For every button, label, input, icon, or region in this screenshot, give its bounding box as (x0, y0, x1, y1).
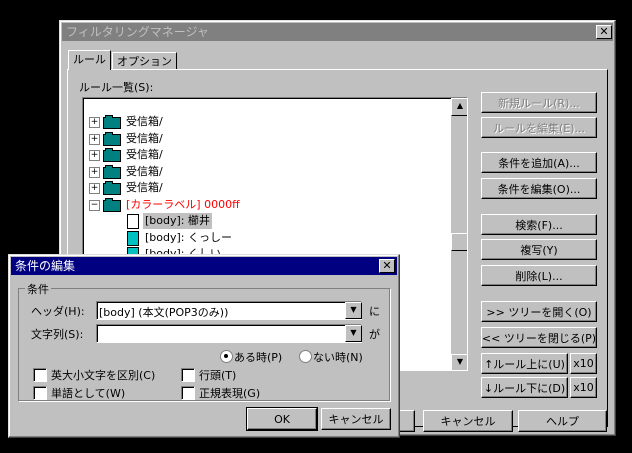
folder-icon (103, 181, 121, 195)
tree-item[interactable]: + 受信箱/ (83, 114, 451, 130)
regex-checkbox[interactable] (181, 386, 195, 400)
string-suffix: が (369, 328, 380, 341)
tree-item[interactable]: + 受信箱/ (83, 180, 451, 196)
tree-item-label: 受信箱/ (126, 115, 163, 128)
condition-group-label: 条件 (25, 281, 51, 297)
tab-rules-label: ルール (73, 53, 106, 66)
as-word-label: 単語として(W) (51, 387, 126, 400)
copy-button[interactable]: 複写(Y) (481, 239, 597, 260)
tree-scrollbar[interactable]: ▲ ▼ (451, 98, 467, 370)
collapse-icon[interactable]: − (89, 199, 100, 211)
folder-icon (103, 115, 121, 129)
expand-icon[interactable]: + (89, 166, 100, 178)
regex-label: 正規表現(G) (199, 387, 261, 400)
rule-up-x10-button[interactable]: x10 (570, 353, 597, 374)
dialog-title: 条件の編集 (15, 259, 76, 273)
scroll-thumb[interactable] (451, 233, 467, 251)
radio-not-exists[interactable] (299, 350, 312, 363)
folder-icon (103, 148, 121, 162)
line-start-label: 行頭(T) (199, 369, 237, 382)
tab-options-label: オプション (117, 55, 172, 68)
scroll-up-arrow[interactable]: ▲ (451, 98, 467, 116)
string-combo[interactable]: ▼ (96, 324, 362, 343)
rule-down-x10-button[interactable]: x10 (570, 377, 597, 398)
tree-item-label: [body]: くっしー (145, 230, 232, 244)
string-label: 文字列(S): (31, 328, 84, 341)
document-icon (127, 214, 139, 229)
tree-item[interactable]: − [カラーラベル] 0000ff (83, 197, 451, 213)
tree-item[interactable]: + 受信箱/ (83, 164, 451, 180)
radio-not-exists-label: ない時(N) (313, 351, 363, 364)
expand-icon[interactable]: + (89, 150, 100, 161)
string-dropdown-arrow[interactable]: ▼ (345, 325, 362, 342)
tree-item-label: 受信箱/ (126, 131, 163, 145)
main-title: フィルタリングマネージャ (66, 25, 209, 39)
dialog-ok-button[interactable]: OK (246, 407, 318, 431)
radio-exists[interactable] (220, 350, 233, 363)
tree-item[interactable]: + 受信箱/ (83, 147, 451, 163)
line-start-checkbox[interactable] (181, 368, 195, 382)
tree-item[interactable]: + 受信箱/ (83, 131, 451, 147)
rule-up-button[interactable]: ↑ルール上に(U) (481, 353, 568, 374)
case-sensitive-label: 英大小文字を区別(C) (51, 369, 156, 382)
add-condition-button[interactable]: 条件を追加(A)... (481, 152, 597, 173)
edit-condition-button[interactable]: 条件を編集(O)... (481, 178, 597, 199)
search-button[interactable]: 検索(F)... (481, 214, 597, 235)
folder-icon (103, 131, 121, 146)
header-dropdown-arrow[interactable]: ▼ (345, 302, 362, 319)
dialog-title-bar: 条件の編集 (11, 257, 397, 275)
expand-tree-button[interactable]: >> ツリーを開く(O) (481, 301, 597, 322)
expand-icon[interactable]: + (89, 183, 100, 194)
dialog-close-button[interactable]: ✕ (379, 259, 395, 273)
rule-down-button[interactable]: ↓ルール下に(D) (481, 377, 568, 398)
header-select[interactable]: [body] (本文(POP3のみ)) ▼ (96, 301, 362, 320)
dialog-cancel-button[interactable]: キャンセル (321, 408, 391, 430)
edit-rule-button[interactable]: ルールを編集(E)... (481, 117, 597, 138)
folder-icon (103, 164, 121, 179)
expand-icon[interactable]: + (89, 133, 100, 145)
tree-item-label: 受信箱/ (126, 164, 163, 178)
document-icon (127, 230, 139, 246)
new-rule-button[interactable]: 新規ルール(R)... (481, 92, 597, 113)
main-title-bar: フィルタリングマネージャ (62, 23, 613, 41)
scroll-down-arrow[interactable]: ▼ (451, 354, 467, 370)
tree-item-label: [body]: 櫛井 (143, 213, 212, 229)
tree-item-label: 受信箱/ (126, 148, 163, 161)
edit-condition-dialog: 条件の編集 ✕ 条件 ヘッダ(H): [body] (本文(POP3のみ)) ▼… (8, 254, 400, 438)
folder-icon (103, 197, 121, 212)
tab-rules[interactable]: ルール (68, 50, 111, 70)
header-select-value: [body] (本文(POP3のみ)) (99, 306, 229, 319)
main-cancel-button[interactable]: キャンセル (423, 410, 513, 432)
main-close-button[interactable]: ✕ (596, 25, 612, 39)
tree-item[interactable]: [body]: 櫛井 (83, 213, 451, 229)
tab-options[interactable]: オプション (112, 52, 177, 70)
tree-item-label: [カラーラベル] 0000ff (126, 197, 240, 211)
header-suffix: に (369, 305, 380, 318)
case-sensitive-checkbox[interactable] (33, 368, 47, 382)
help-button[interactable]: ヘルプ (518, 410, 607, 432)
as-word-checkbox[interactable] (33, 386, 47, 400)
tree-item[interactable]: [body]: くっしー (83, 230, 451, 246)
tree-item-label: 受信箱/ (126, 181, 163, 194)
rule-list-label: ルール一覧(S): (79, 81, 154, 94)
header-label: ヘッダ(H): (31, 305, 85, 318)
expand-icon[interactable]: + (89, 117, 100, 128)
collapse-tree-button[interactable]: << ツリーを閉じる(P) (481, 327, 597, 348)
delete-button[interactable]: 削除(L)... (481, 265, 597, 286)
radio-exists-label: ある時(P) (234, 351, 283, 364)
